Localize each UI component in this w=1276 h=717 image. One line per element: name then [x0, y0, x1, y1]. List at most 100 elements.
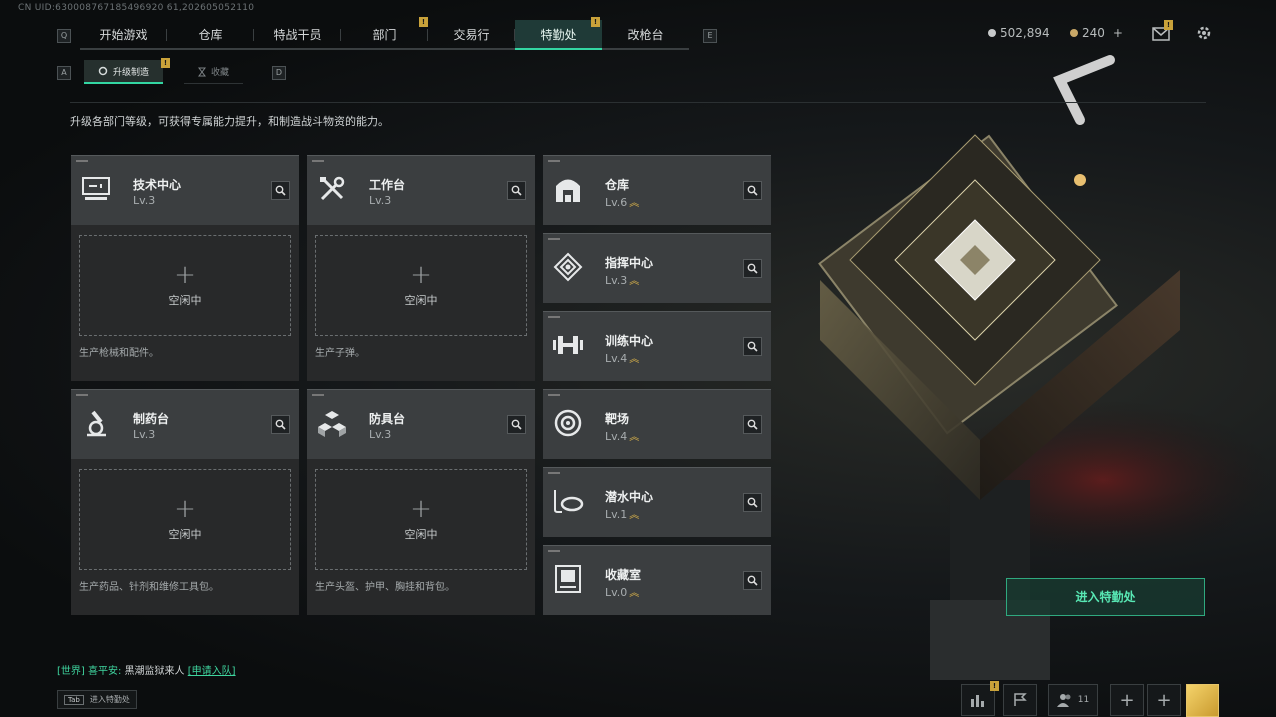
- plus-icon: +: [410, 259, 432, 290]
- flag-button[interactable]: [1003, 684, 1037, 716]
- idle-label: 空闲中: [404, 527, 438, 541]
- tab-start-game[interactable]: 开始游戏: [80, 20, 167, 50]
- microscope-icon: [79, 406, 113, 440]
- add-party-slot-button[interactable]: +: [1110, 684, 1144, 716]
- chat-sender[interactable]: 喜平安:: [88, 666, 121, 677]
- search-icon[interactable]: [743, 415, 762, 434]
- workstation-slot-panel: + 空闲中 生产药品、针剂和维修工具包。: [71, 459, 299, 615]
- tab-label: 部门: [372, 28, 397, 42]
- tab-gunsmith[interactable]: 改枪台: [602, 20, 689, 50]
- command-icon: [551, 250, 585, 284]
- idle-slot[interactable]: + 空闲中: [315, 469, 527, 570]
- search-icon[interactable]: [507, 415, 526, 434]
- workstation-name: 防具台: [369, 412, 406, 426]
- search-icon[interactable]: [743, 493, 762, 512]
- divider: [70, 102, 1206, 103]
- workstation-level: Lv.3: [369, 428, 392, 441]
- gold-currency: 240 +: [1070, 26, 1123, 40]
- workstation-name: 制药台: [133, 412, 170, 426]
- hourglass-icon: [198, 67, 206, 76]
- search-icon[interactable]: [271, 415, 290, 434]
- tab-label: 特战干员: [273, 28, 322, 42]
- plus-icon: +: [1119, 689, 1135, 711]
- workstation-slot-panel: + 空闲中 生产枪械和配件。: [71, 225, 299, 381]
- level-text: Lv.6: [605, 196, 628, 209]
- card-tick: [548, 394, 560, 396]
- workstation-card-tech-center[interactable]: 技术中心 Lv.3: [71, 155, 299, 225]
- tab-operators[interactable]: 特战干员: [254, 20, 341, 50]
- workstation-card-pharmacy[interactable]: 制药台 Lv.3: [71, 389, 299, 459]
- department-card-training-center[interactable]: 训练中心 Lv.4 ︽: [543, 311, 771, 381]
- join-team-link[interactable]: [申请入队]: [188, 666, 236, 677]
- page-description: 升级各部门等级，可获得专属能力提升，和制造战斗物资的能力。: [70, 115, 389, 128]
- warehouse-icon: [551, 172, 585, 206]
- uid-text: CN UID:630008767185496920 61,20260505211…: [18, 3, 255, 13]
- add-party-slot-button-2[interactable]: +: [1147, 684, 1181, 716]
- tab-key-hint[interactable]: Tab 进入特勤处: [57, 690, 137, 709]
- dumbbell-icon: [551, 328, 585, 362]
- bar-chart-icon: [971, 695, 984, 707]
- search-icon[interactable]: [743, 571, 762, 590]
- level-text: Lv.4: [605, 352, 628, 365]
- gold-amount: 240: [1082, 26, 1105, 40]
- department-name: 潜水中心: [605, 490, 654, 504]
- card-tick: [548, 160, 560, 162]
- search-icon[interactable]: [743, 181, 762, 200]
- department-card-collection-room[interactable]: 收藏室 Lv.0 ︽: [543, 545, 771, 615]
- special-ops-screen: CN UID:630008767185496920 61,20260505211…: [0, 0, 1276, 717]
- workstation-card-workbench[interactable]: 工作台 Lv.3: [307, 155, 535, 225]
- tab-trade[interactable]: 交易行: [428, 20, 515, 50]
- department-name: 仓库: [605, 178, 630, 192]
- workstation-card-armory[interactable]: 防具台 Lv.3: [307, 389, 535, 459]
- level-text: Lv.0: [605, 586, 628, 599]
- tab-hint-label: 进入特勤处: [89, 695, 130, 704]
- department-name: 训练中心: [605, 334, 654, 348]
- settings-gear-icon[interactable]: [1196, 25, 1212, 45]
- level-text: Lv.3: [605, 274, 628, 287]
- idle-slot[interactable]: + 空闲中: [315, 235, 527, 336]
- tab-label: 仓库: [198, 28, 223, 42]
- chat-line: [世界] 喜平安: 黑潮监狱来人 [申请入队]: [57, 662, 236, 677]
- production-note: 生产头盔、护甲、胸挂和背包。: [315, 582, 455, 593]
- card-tick: [548, 472, 560, 474]
- search-icon[interactable]: [271, 181, 290, 200]
- add-currency-button[interactable]: +: [1113, 26, 1123, 40]
- workstation-level: Lv.3: [369, 194, 392, 207]
- department-card-command-center[interactable]: 指挥中心 Lv.3 ︽: [543, 233, 771, 303]
- gold-coin-icon: [1070, 29, 1078, 37]
- tab-special-ops[interactable]: 特勤处!: [515, 17, 602, 50]
- idle-label: 空闲中: [404, 293, 438, 307]
- upgrade-arrow-icon: ︽: [629, 510, 640, 521]
- department-level: Lv.4 ︽: [605, 350, 639, 365]
- department-card-shooting-range[interactable]: 靶场 Lv.4 ︽: [543, 389, 771, 459]
- search-icon[interactable]: [507, 181, 526, 200]
- upgrade-arrow-icon: ︽: [629, 354, 640, 365]
- computer-icon: [79, 172, 113, 206]
- workstation-name: 工作台: [369, 178, 406, 192]
- department-card-warehouse[interactable]: 仓库 Lv.6 ︽: [543, 155, 771, 225]
- tab-department[interactable]: 部门!: [341, 17, 428, 50]
- search-icon[interactable]: [743, 259, 762, 278]
- idle-label: 空闲中: [168, 293, 202, 307]
- workstation-slot-panel: + 空闲中 生产子弹。: [307, 225, 535, 381]
- card-tick: [312, 160, 324, 162]
- silver-amount: 502,894: [1000, 26, 1050, 40]
- cubes-icon: [315, 406, 349, 440]
- idle-slot[interactable]: + 空闲中: [79, 469, 291, 570]
- card-tick: [312, 394, 324, 396]
- tab-warehouse[interactable]: 仓库: [167, 20, 254, 50]
- search-icon[interactable]: [743, 337, 762, 356]
- level-text: Lv.1: [605, 508, 628, 521]
- friends-button[interactable]: 11: [1048, 684, 1098, 716]
- enter-special-ops-button[interactable]: 进入特勤处: [1006, 578, 1205, 616]
- tab-label: 特勤处: [540, 28, 577, 42]
- subtab-collection[interactable]: 收藏: [184, 60, 244, 84]
- subtab-upgrade-manufacture[interactable]: 升级制造: [84, 60, 164, 84]
- upgrade-arrow-icon: ︽: [629, 588, 640, 599]
- tools-icon: [315, 172, 349, 206]
- alert-badge: !: [419, 17, 428, 27]
- department-card-diving-center[interactable]: 潜水中心 Lv.1 ︽: [543, 467, 771, 537]
- subtab-badge: !: [161, 58, 170, 68]
- player-avatar[interactable]: [1186, 684, 1219, 717]
- idle-slot[interactable]: + 空闲中: [79, 235, 291, 336]
